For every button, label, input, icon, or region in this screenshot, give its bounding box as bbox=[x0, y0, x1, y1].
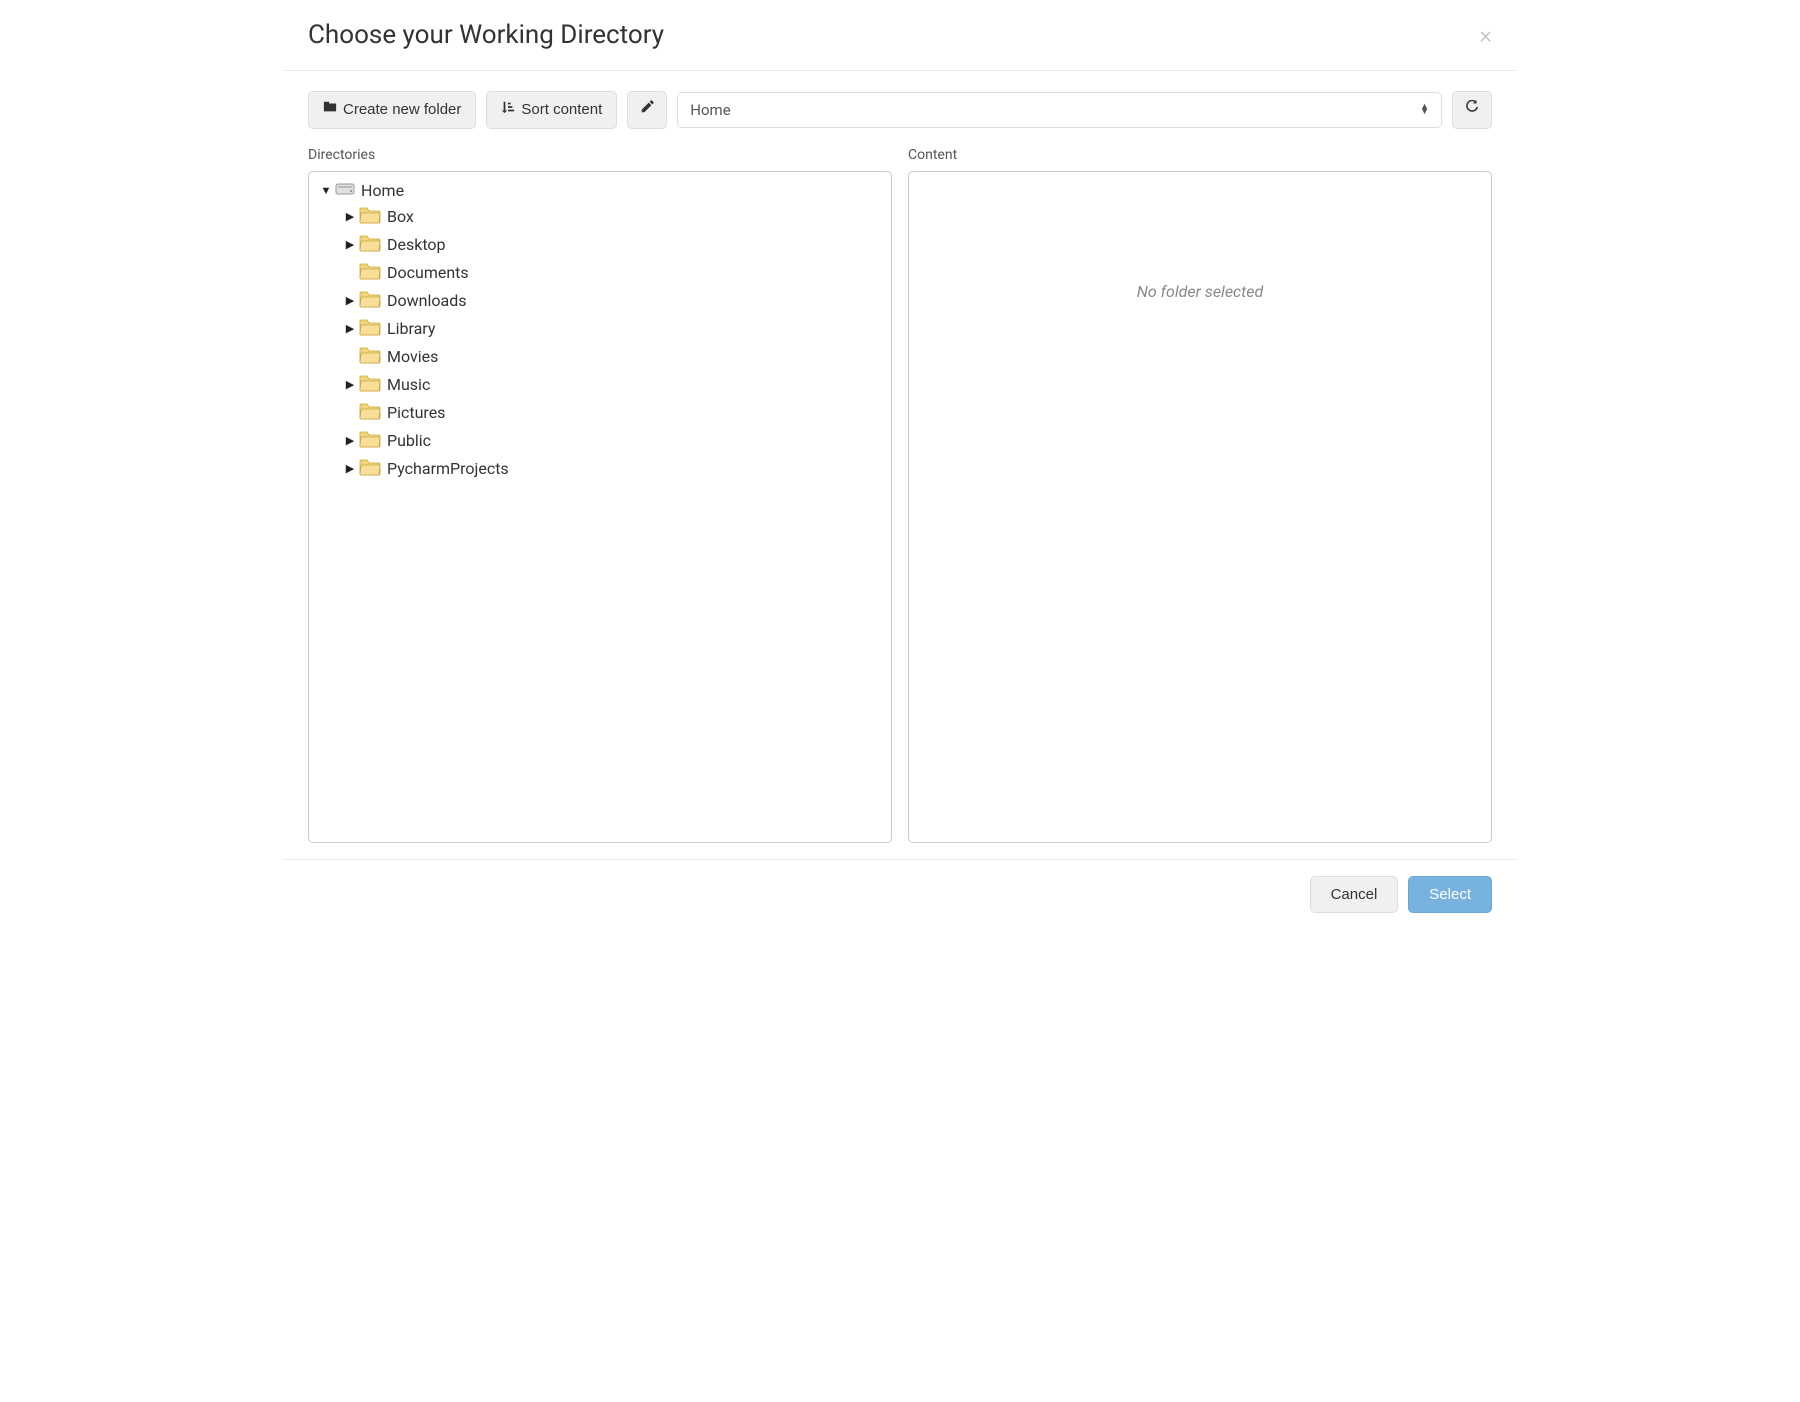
expand-icon[interactable]: ▶ bbox=[343, 462, 357, 475]
edit-button[interactable] bbox=[627, 91, 667, 129]
tree-label: Movies bbox=[387, 347, 438, 366]
tree-label: Desktop bbox=[387, 235, 446, 254]
tree-label: Pictures bbox=[387, 403, 445, 422]
directories-label: Directories bbox=[308, 147, 892, 163]
expand-icon[interactable]: ▶ bbox=[343, 210, 357, 223]
tree-item[interactable]: ▶ Music bbox=[313, 371, 887, 399]
expand-icon[interactable]: ▶ bbox=[343, 322, 357, 335]
tree-item[interactable]: ▶Documents bbox=[313, 259, 887, 287]
tree-label: Library bbox=[387, 319, 435, 338]
path-value: Home bbox=[690, 101, 730, 119]
tree-item[interactable]: ▶ Public bbox=[313, 427, 887, 455]
tree-item[interactable]: ▶ Desktop bbox=[313, 231, 887, 259]
tree-label: Box bbox=[387, 207, 414, 226]
folder-icon bbox=[359, 206, 381, 228]
select-button[interactable]: Select bbox=[1408, 876, 1492, 913]
tree-label: Music bbox=[387, 375, 430, 394]
refresh-icon bbox=[1465, 100, 1479, 120]
folder-icon bbox=[359, 430, 381, 452]
tree-item[interactable]: ▶Movies bbox=[313, 343, 887, 371]
tree-item[interactable]: ▶ Library bbox=[313, 315, 887, 343]
sort-content-label: Sort content bbox=[521, 100, 602, 120]
panels: Directories ▼ Home ▶Box▶Desktop▶Document… bbox=[284, 141, 1516, 859]
content-label: Content bbox=[908, 147, 1492, 163]
drive-icon bbox=[335, 181, 355, 200]
dialog-footer: Cancel Select bbox=[284, 859, 1516, 935]
pencil-icon bbox=[640, 100, 654, 120]
folder-icon bbox=[359, 374, 381, 396]
folder-icon bbox=[359, 346, 381, 368]
tree-item[interactable]: ▶Pictures bbox=[313, 399, 887, 427]
dropdown-spinner-icon: ▲▼ bbox=[1420, 105, 1429, 115]
expand-icon[interactable]: ▶ bbox=[343, 378, 357, 391]
tree-label: Public bbox=[387, 431, 431, 450]
dialog-header: Choose your Working Directory × bbox=[284, 0, 1516, 71]
directories-panel: Directories ▼ Home ▶Box▶Desktop▶Document… bbox=[308, 147, 892, 843]
content-box[interactable]: No folder selected bbox=[908, 171, 1492, 843]
expand-icon[interactable]: ▶ bbox=[343, 434, 357, 447]
collapse-icon[interactable]: ▼ bbox=[319, 184, 333, 197]
directories-tree-box[interactable]: ▼ Home ▶Box▶Desktop▶Documents▶Downloads▶… bbox=[308, 171, 892, 843]
content-empty-message: No folder selected bbox=[909, 172, 1491, 301]
sort-content-button[interactable]: Sort content bbox=[486, 91, 617, 129]
folder-create-icon bbox=[323, 100, 337, 120]
toolbar: Create new folder Sort content Home ▲▼ bbox=[284, 71, 1516, 141]
tree-item[interactable]: ▶ PycharmProjects bbox=[313, 455, 887, 483]
folder-icon bbox=[359, 458, 381, 480]
tree-item[interactable]: ▶ Downloads bbox=[313, 287, 887, 315]
create-folder-button[interactable]: Create new folder bbox=[308, 91, 476, 129]
tree-label: Downloads bbox=[387, 291, 466, 310]
directory-chooser-dialog: Choose your Working Directory × Create n… bbox=[284, 0, 1516, 935]
folder-icon bbox=[359, 262, 381, 284]
folder-icon bbox=[359, 234, 381, 256]
tree-label: Documents bbox=[387, 263, 469, 282]
folder-icon bbox=[359, 318, 381, 340]
refresh-button[interactable] bbox=[1452, 91, 1492, 129]
content-panel: Content No folder selected bbox=[908, 147, 1492, 843]
cancel-button[interactable]: Cancel bbox=[1310, 876, 1399, 913]
tree-label: Home bbox=[361, 181, 404, 200]
close-icon[interactable]: × bbox=[1479, 23, 1492, 47]
tree-item[interactable]: ▶ Box bbox=[313, 203, 887, 231]
create-folder-label: Create new folder bbox=[343, 100, 461, 120]
dialog-title: Choose your Working Directory bbox=[308, 20, 664, 50]
tree-root-home[interactable]: ▼ Home bbox=[313, 178, 887, 203]
expand-icon[interactable]: ▶ bbox=[343, 294, 357, 307]
path-dropdown[interactable]: Home ▲▼ bbox=[677, 92, 1442, 128]
expand-icon[interactable]: ▶ bbox=[343, 238, 357, 251]
directory-tree: ▼ Home ▶Box▶Desktop▶Documents▶Downloads▶… bbox=[309, 172, 891, 489]
sort-icon bbox=[501, 100, 515, 120]
tree-label: PycharmProjects bbox=[387, 459, 509, 478]
folder-icon bbox=[359, 402, 381, 424]
folder-icon bbox=[359, 290, 381, 312]
